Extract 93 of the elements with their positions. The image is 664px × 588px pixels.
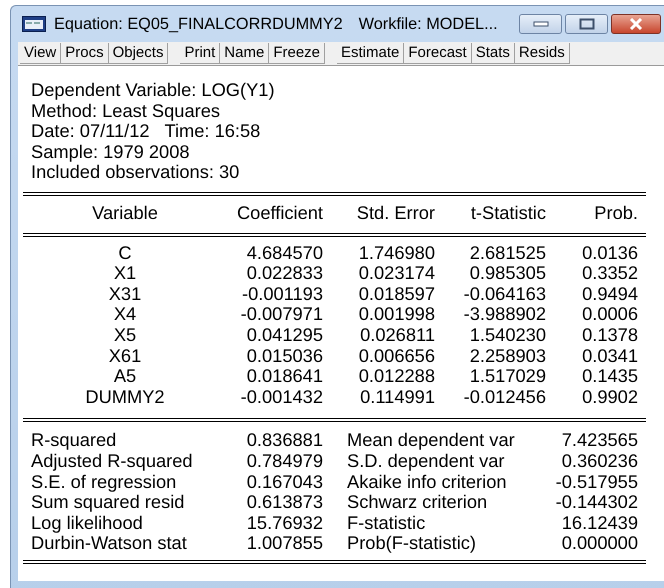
table-cell-text: 4.684570 [246, 242, 323, 264]
table-cell-text: 0.1435 [581, 366, 638, 387]
stat-value: 0.167043 [246, 472, 323, 492]
header-line: Included observations: 30 [31, 162, 240, 183]
toolbar-button[interactable]: Resids [514, 43, 570, 64]
table-cell-text: -0.007971 [240, 304, 323, 325]
minimize-icon [532, 21, 548, 27]
stat-label: Akaike info criterion [346, 472, 508, 492]
table-cell-text: A5 [112, 366, 138, 387]
table-cell-text: 0.018597 [358, 284, 435, 304]
workfile-name: Workfile: MODEL... [358, 14, 498, 35]
close-button[interactable] [611, 14, 661, 34]
table-cell-text: DUMMY2 [84, 386, 166, 408]
header-line: Dependent Variable: LOG(Y1) [31, 80, 276, 101]
table-cell-text: 0.0341 [581, 346, 638, 366]
column-header: Coefficient [236, 202, 323, 224]
table-cell-text: -0.001432 [240, 386, 323, 408]
toolbar-button[interactable]: View [20, 43, 62, 64]
minimize-button[interactable] [519, 14, 562, 34]
stat-label: Durbin-Watson stat [30, 533, 188, 554]
column-header: t-Statistic [470, 202, 546, 224]
stat-value: 15.76932 [246, 512, 323, 534]
stat-value: 0.836881 [246, 430, 323, 451]
toolbar-button[interactable]: Name [220, 43, 270, 64]
table-cell-text: X1 [112, 263, 138, 284]
table-cell-text: -0.064163 [462, 284, 546, 304]
table-cell-text: 0.001998 [358, 304, 435, 325]
stat-value: -0.517955 [554, 472, 638, 492]
table-cell-text: 0.3352 [581, 263, 638, 284]
stat-value: 1.007855 [246, 533, 323, 554]
toolbar-button[interactable]: Forecast [404, 43, 472, 64]
maximize-button[interactable] [565, 14, 608, 34]
table-cell-text: 0.023174 [358, 263, 435, 284]
table-cell-text: 0.114991 [359, 386, 435, 408]
stat-label: F-statistic [346, 512, 426, 534]
header-line: Sample: 1979 2008 [31, 142, 191, 162]
stat-value: -0.144302 [554, 492, 638, 513]
window-title: Equation: EQ05_FINALCORRDUMMY2 [54, 14, 343, 35]
toolbar-button[interactable]: Print [180, 43, 220, 64]
table-cell-text: X4 [112, 304, 138, 325]
table-cell-text: 0.018641 [246, 366, 323, 387]
maximize-icon [578, 18, 594, 30]
toolbar-button[interactable]: Estimate [337, 43, 404, 64]
table-cell-text: -0.012456 [462, 386, 546, 408]
table-cell-text: 0.1378 [581, 324, 638, 346]
stat-value: 0.000000 [560, 533, 638, 554]
header-line: Method: Least Squares [31, 100, 220, 122]
column-header: Prob. [593, 202, 638, 224]
stat-label: R-squared [30, 430, 118, 451]
stat-label: Schwarz criterion [346, 492, 488, 513]
stat-value: 0.360236 [560, 450, 638, 472]
table-cell-text: 1.517029 [468, 366, 546, 387]
window-icon [22, 16, 46, 32]
stat-label: S.E. of regression [30, 472, 176, 492]
stat-label: Mean dependent var [346, 430, 516, 451]
stat-label: Log likelihood [30, 512, 144, 534]
column-header: Variable [91, 202, 159, 224]
table-cell-text: -3.988902 [462, 304, 546, 325]
table-cell-text: X61 [108, 346, 142, 366]
stat-label: Adjusted R-squared [30, 450, 194, 472]
table-cell-text: 1.540230 [468, 324, 546, 346]
close-icon [628, 18, 644, 30]
table-cell-text: -0.001193 [241, 284, 323, 304]
stat-value: 7.423565 [560, 430, 638, 451]
toolbar-button[interactable]: Stats [472, 43, 515, 64]
toolbar-button[interactable]: Objects [108, 43, 168, 64]
table-cell-text: 0.0136 [581, 242, 638, 264]
table-cell-text: 0.022833 [246, 263, 323, 284]
table-cell-text: 0.012288 [358, 366, 435, 387]
table-cell-text: 2.681525 [468, 242, 546, 264]
header-line: Date: 07/11/12 Time: 16:58 [31, 121, 262, 142]
table-cell-text: 0.0006 [581, 304, 638, 325]
table-cell-text: X5 [112, 324, 138, 346]
toolbar-button[interactable]: Procs [61, 43, 109, 64]
toolbar-button[interactable]: Freeze [269, 43, 325, 64]
table-cell-text: 0.006656 [358, 346, 435, 366]
stat-value: 0.613873 [246, 492, 323, 513]
table-cell-text: 1.746980 [358, 242, 435, 264]
stat-value: 16.12439 [560, 512, 638, 534]
column-header: Std. Error [356, 202, 435, 224]
table-cell-text: 0.041295 [246, 324, 323, 346]
table-cell-text: 0.9494 [581, 284, 638, 304]
stat-label: Sum squared resid [30, 492, 186, 513]
stat-label: Prob(F-statistic) [346, 533, 477, 554]
stat-label: S.D. dependent var [346, 450, 506, 472]
table-cell-text: 0.985305 [468, 263, 546, 284]
table-cell-text: C [117, 242, 133, 264]
stat-value: 0.784979 [246, 450, 323, 472]
table-cell-text: 2.258903 [468, 346, 546, 366]
table-cell-text: 0.015036 [246, 346, 323, 366]
table-cell-text: 0.9902 [581, 386, 638, 408]
table-cell-text: 0.026811 [359, 324, 435, 346]
table-cell-text: X31 [108, 284, 142, 304]
